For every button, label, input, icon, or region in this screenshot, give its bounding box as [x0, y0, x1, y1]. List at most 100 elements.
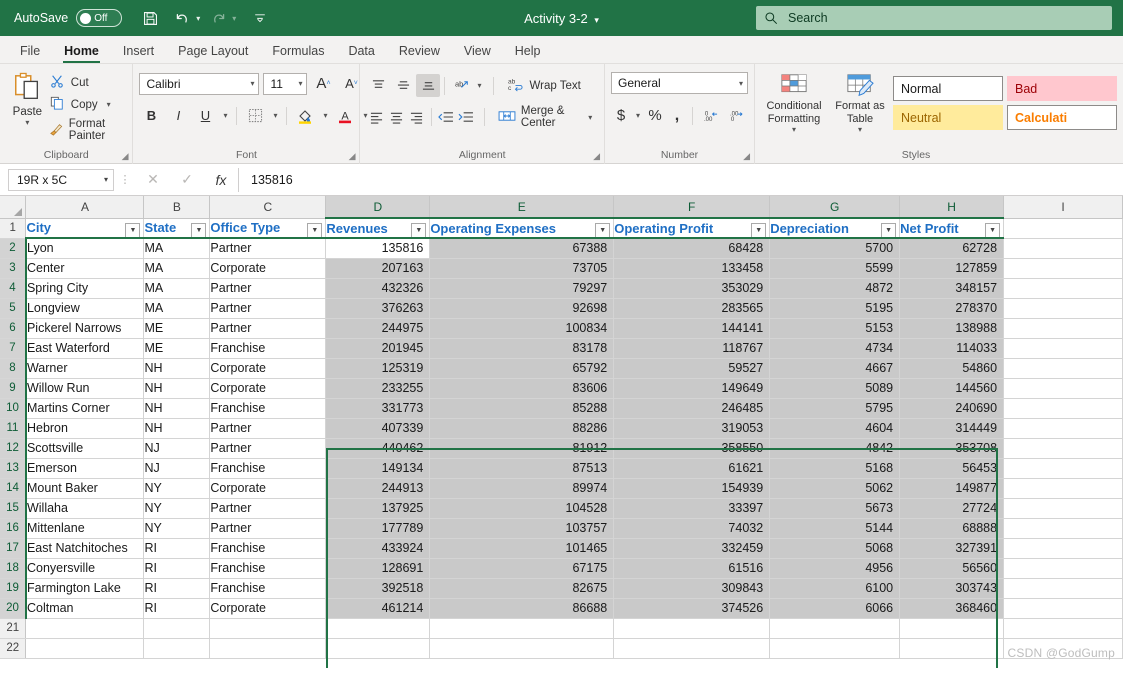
cell-H22[interactable]: [899, 638, 1005, 659]
cell-C19[interactable]: Franchise: [209, 578, 327, 599]
cell-G4[interactable]: 4872: [769, 278, 901, 299]
table-row[interactable]: 8 Warner NH Corporate 125319 65792 59527 4667 54…: [0, 358, 1123, 379]
cell-A13[interactable]: Emerson: [25, 458, 145, 479]
tab-page-layout[interactable]: Page Layout: [166, 41, 260, 63]
filter-dropdown-icon[interactable]: ▼: [411, 223, 427, 236]
cell-G3[interactable]: 5599: [769, 258, 901, 279]
cell-B15[interactable]: NY: [143, 498, 211, 519]
cell-F21[interactable]: [613, 618, 771, 639]
table-row[interactable]: 2 Lyon MA Partner 135816 67388 68428 5700 62728: [0, 238, 1123, 259]
cell-D16[interactable]: 177789: [325, 518, 431, 539]
row-header-7[interactable]: 7: [0, 338, 27, 359]
align-right-icon[interactable]: [407, 106, 426, 129]
insert-function-icon[interactable]: fx: [204, 168, 238, 192]
cell-style-normal[interactable]: Normal: [893, 76, 1003, 101]
cell-H20[interactable]: 368460: [899, 598, 1005, 619]
cell-B7[interactable]: ME: [143, 338, 211, 359]
row-header-16[interactable]: 16: [0, 518, 27, 539]
cell-E3[interactable]: 73705: [429, 258, 615, 279]
merge-center-button[interactable]: Merge & Center ▾: [494, 105, 598, 129]
row-header-20[interactable]: 20: [0, 598, 27, 619]
autosave-toggle[interactable]: Off: [76, 9, 123, 27]
table-row[interactable]: 5 Longview MA Partner 376263 92698 283565 5195 2…: [0, 298, 1123, 319]
cell-C9[interactable]: Corporate: [209, 378, 327, 399]
percent-style-icon[interactable]: %: [645, 104, 665, 127]
cell-D6[interactable]: 244975: [325, 318, 431, 339]
cell-C3[interactable]: Corporate: [209, 258, 327, 279]
cell-A5[interactable]: Longview: [25, 298, 145, 319]
name-box-caret-icon[interactable]: ▾: [104, 175, 108, 184]
row-header-5[interactable]: 5: [0, 298, 27, 319]
table-row[interactable]: 4 Spring City MA Partner 432326 79297 353029 48…: [0, 278, 1123, 299]
cell-H5[interactable]: 278370: [899, 298, 1005, 319]
tab-review[interactable]: Review: [387, 41, 452, 63]
cell-B11[interactable]: NH: [143, 418, 211, 439]
filter-dropdown-icon[interactable]: ▼: [881, 223, 897, 236]
cell-I14[interactable]: [1003, 478, 1123, 499]
cut-button[interactable]: Cut: [49, 74, 127, 91]
align-top-icon[interactable]: [366, 74, 390, 97]
cell-H16[interactable]: 68888: [899, 518, 1005, 539]
cell-F17[interactable]: 332459: [613, 538, 771, 559]
column-header-b[interactable]: B: [143, 196, 211, 219]
cell-F22[interactable]: [613, 638, 771, 659]
cell-D10[interactable]: 331773: [325, 398, 431, 419]
tab-formulas[interactable]: Formulas: [260, 41, 336, 63]
cell-D17[interactable]: 433924: [325, 538, 431, 559]
fill-color-dropdown-icon[interactable]: ▾: [320, 111, 330, 120]
column-header-e[interactable]: E: [429, 196, 615, 219]
cell-C17[interactable]: Franchise: [209, 538, 327, 559]
table-row[interactable]: 11 Hebron NH Partner 407339 88286 319053 4604 31…: [0, 418, 1123, 439]
table-row[interactable]: 16 Mittenlane NY Partner 177789 103757 74032 51…: [0, 518, 1123, 539]
cell-I19[interactable]: [1003, 578, 1123, 599]
cell-G14[interactable]: 5062: [769, 478, 901, 499]
cell-G22[interactable]: [769, 638, 901, 659]
cell-E6[interactable]: 100834: [429, 318, 615, 339]
column-header-g[interactable]: G: [769, 196, 901, 219]
table-row[interactable]: 18 Conyersville RI Franchise 128691 67175 6151…: [0, 558, 1123, 579]
cell-B18[interactable]: RI: [143, 558, 211, 579]
cell-D7[interactable]: 201945: [325, 338, 431, 359]
header-cell-net-profit[interactable]: Net Profit ▼: [899, 218, 1005, 239]
align-middle-icon[interactable]: [391, 74, 415, 97]
cell-style-bad[interactable]: Bad: [1007, 76, 1117, 101]
cell-G18[interactable]: 4956: [769, 558, 901, 579]
cell-E11[interactable]: 88286: [429, 418, 615, 439]
cell-G21[interactable]: [769, 618, 901, 639]
cell-E15[interactable]: 104528: [429, 498, 615, 519]
tab-data[interactable]: Data: [336, 41, 386, 63]
cell-E8[interactable]: 65792: [429, 358, 615, 379]
cell-F11[interactable]: 319053: [613, 418, 771, 439]
cell-G12[interactable]: 4842: [769, 438, 901, 459]
cell-I7[interactable]: [1003, 338, 1123, 359]
comma-style-icon[interactable]: ,: [667, 104, 687, 127]
row-header-18[interactable]: 18: [0, 558, 27, 579]
table-row[interactable]: 17 East Natchitoches RI Franchise 433924 1014…: [0, 538, 1123, 559]
cell-A21[interactable]: [25, 618, 145, 639]
conditional-formatting-dropdown-icon[interactable]: ▾: [792, 125, 796, 134]
cell-E12[interactable]: 81912: [429, 438, 615, 459]
cell-C12[interactable]: Partner: [209, 438, 327, 459]
cell-I9[interactable]: [1003, 378, 1123, 399]
cell-C7[interactable]: Franchise: [209, 338, 327, 359]
filter-dropdown-icon[interactable]: ▼: [751, 223, 767, 236]
row-header-6[interactable]: 6: [0, 318, 27, 339]
align-left-icon[interactable]: [366, 106, 385, 129]
customize-quick-access-toolbar-icon[interactable]: [246, 5, 274, 31]
cell-G8[interactable]: 4667: [769, 358, 901, 379]
cell-B9[interactable]: NH: [143, 378, 211, 399]
cell-H9[interactable]: 144560: [899, 378, 1005, 399]
cell-A7[interactable]: East Waterford: [25, 338, 145, 359]
cell-G20[interactable]: 6066: [769, 598, 901, 619]
undo-icon[interactable]: [168, 5, 196, 31]
tab-home[interactable]: Home: [52, 41, 111, 63]
cell-H18[interactable]: 56560: [899, 558, 1005, 579]
cell-D14[interactable]: 244913: [325, 478, 431, 499]
cell-D5[interactable]: 376263: [325, 298, 431, 319]
borders-icon[interactable]: [243, 104, 267, 127]
tab-view[interactable]: View: [452, 41, 503, 63]
formula-input[interactable]: 135816: [238, 167, 1121, 192]
header-cell-depreciation[interactable]: Depreciation ▼: [769, 218, 901, 239]
fill-color-icon[interactable]: [293, 104, 317, 127]
row-header-17[interactable]: 17: [0, 538, 27, 559]
